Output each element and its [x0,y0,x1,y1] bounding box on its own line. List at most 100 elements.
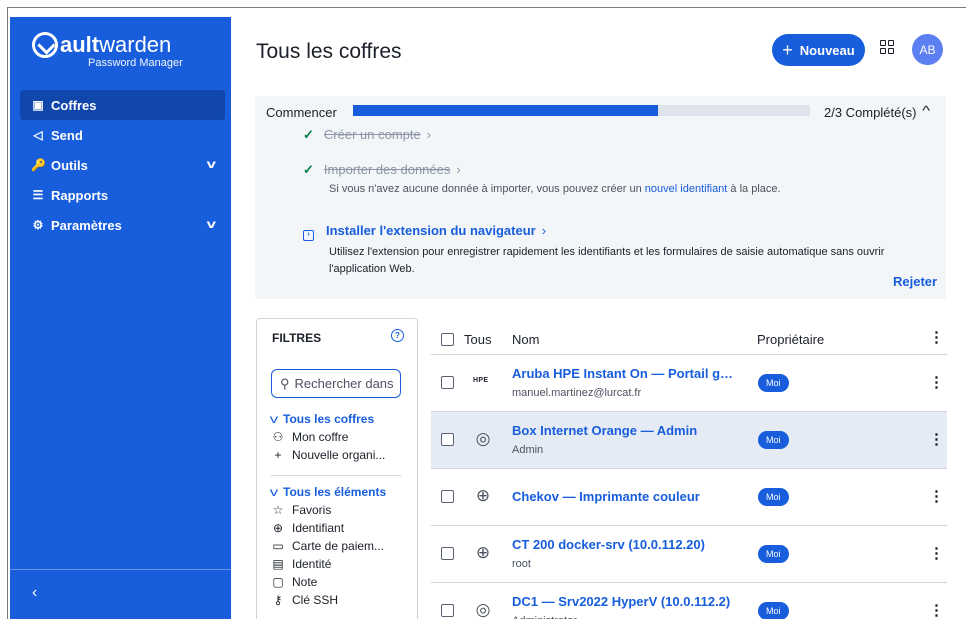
owner-badge: Moi [758,602,789,619]
type-filter-group: v Tous les éléments ☆ Favoris ⊕ Identifiant ▭… [270,485,386,609]
chevron-down-icon: v [269,412,279,426]
sidebar-item-send[interactable]: ◁ Send [20,120,225,150]
more-options-icon[interactable]: ⋮ [929,330,944,345]
search-input[interactable]: ⚲ Rechercher dans [271,369,401,398]
chevron-up-icon[interactable]: ^ [922,103,930,118]
filter-item[interactable]: ☆ Favoris [271,501,386,519]
select-all-checkbox[interactable] [441,333,454,346]
header-all: Tous [464,332,492,347]
item-name-link[interactable]: Aruba HPE Instant On — Portail gesti... [512,366,738,381]
item-subtitle: Admin [512,444,544,456]
globe-icon: ⊕ [475,486,491,505]
id-card-icon: ▤ [272,557,284,571]
table-row[interactable]: HPE Aruba HPE Instant On — Portail gesti.… [431,355,947,412]
onboarding-panel: Commencer 2/3 Complété(s) ^ ✓ Créer un co… [255,96,946,299]
chevron-down-icon: v [206,217,217,231]
owner-badge: Moi [758,545,789,563]
table-header: Tous Nom Propriétaire ⋮ [431,320,947,355]
note-icon: ▢ [272,575,284,589]
vault-filter-group: v Tous les coffres ⚇ Mon coffre + Nouvelle o… [269,412,386,464]
header-name[interactable]: Nom [512,332,539,347]
chevron-down-icon: v [206,157,217,171]
search-icon: ⚲ [280,375,290,391]
owner-badge: Moi [758,431,789,449]
item-name-link[interactable]: Box Internet Orange — Admin [512,423,697,438]
sidebar-nav: ▣ Coffres ◁ Send 🔑 Outils v ☰ Rapports ⚙ Paramètre… [20,90,225,240]
table-row[interactable]: ⊕ Chekov — Imprimante couleur Moi ⋮ [431,469,947,526]
new-item-button[interactable]: + Nouveau [772,34,865,66]
more-options-icon[interactable]: ⋮ [929,432,944,447]
sidebar-item-label: Paramètres [51,217,122,233]
account-avatar[interactable]: AB [912,34,943,65]
page-title: Tous les coffres [256,40,402,63]
favicon-placeholder-icon: ◎ [475,600,491,619]
task-label: Créer un compte [323,127,421,142]
item-name-link[interactable]: DC1 — Srv2022 HyperV (10.0.112.2) [512,594,730,609]
more-options-icon[interactable]: ⋮ [929,603,944,618]
sidebar-item-rapports[interactable]: ☰ Rapports [20,180,225,210]
filter-item[interactable]: ⚇ Mon coffre [271,428,385,446]
more-options-icon[interactable]: ⋮ [929,546,944,561]
globe-icon: ⊕ [475,543,491,562]
settings-icon: ⚙ [32,218,44,232]
filter-item[interactable]: ▤ Identité [271,555,386,573]
all-vaults-filter[interactable]: v Tous les coffres [269,412,385,426]
plus-icon: + [274,448,282,462]
row-checkbox[interactable] [441,376,454,389]
tools-icon: 🔑 [31,158,46,172]
item-name-link[interactable]: CT 200 docker-srv (10.0.112.20) [512,537,705,552]
import-hint: Si vous n'avez aucune donnée à importer,… [329,183,781,195]
row-checkbox[interactable] [441,604,454,617]
help-icon[interactable]: ? [391,329,404,342]
browser-extension-icon: › [303,230,314,241]
task-label: Installer l'extension du navigateur [326,223,536,238]
brand-subtitle: Password Manager [88,57,183,69]
row-checkbox[interactable] [441,433,454,446]
sidebar-item-label: Coffres [51,97,97,113]
new-item-label: Nouveau [799,42,855,58]
vault-items-table: Tous Nom Propriétaire ⋮ HPE Aruba HPE Ins… [431,320,947,619]
hpe-logo-icon: HPE [473,377,489,384]
divider [271,475,401,476]
chevron-right-icon: › [456,162,461,177]
table-body: HPE Aruba HPE Instant On — Portail gesti.… [431,355,947,619]
row-checkbox[interactable] [441,490,454,503]
search-placeholder: Rechercher dans [294,376,394,391]
row-checkbox[interactable] [441,547,454,560]
sidebar-item-paramtres[interactable]: ⚙ Paramètres v [20,210,225,240]
task-install-extension[interactable]: › Installer l'extension du navigateur › [303,223,546,241]
table-row[interactable]: ⊕ CT 200 docker-srv (10.0.112.20) root Moi ⋮ [431,526,947,583]
sidebar-item-label: Send [51,127,83,143]
filter-item[interactable]: ▢ Note [271,573,386,591]
chevron-left-icon[interactable]: ‹ [32,584,37,602]
filter-item[interactable]: ▭ Carte de paiem... [271,537,386,555]
item-name-link[interactable]: Chekov — Imprimante couleur [512,489,700,504]
onboarding-progress-bar [353,105,810,116]
reports-icon: ☰ [32,188,44,202]
star-icon: ☆ [272,503,284,517]
product-switcher-icon[interactable] [880,40,894,54]
send-icon: ◁ [33,128,43,142]
chevron-right-icon: › [426,127,432,142]
person-icon: ⚇ [272,430,284,444]
dismiss-button[interactable]: Rejeter [893,274,937,289]
chevron-right-icon: › [541,223,547,238]
sidebar-item-coffres[interactable]: ▣ Coffres [20,90,225,120]
header-owner[interactable]: Propriétaire [757,332,824,347]
filter-item[interactable]: ⚷ Clé SSH [271,591,386,609]
table-row[interactable]: ◎ Box Internet Orange — Admin Admin Moi ⋮ [431,412,947,469]
all-items-filter[interactable]: v Tous les éléments [270,485,386,499]
check-icon: ✓ [303,127,314,142]
more-options-icon[interactable]: ⋮ [929,375,944,390]
task-import-data[interactable]: ✓ Importer des données › [303,162,461,178]
more-options-icon[interactable]: ⋮ [929,489,944,504]
table-row[interactable]: ◎ DC1 — Srv2022 HyperV (10.0.112.2) Admini… [431,583,947,619]
credit-card-icon: ▭ [272,539,284,553]
filter-item[interactable]: + Nouvelle organi... [271,446,385,464]
filter-item[interactable]: ⊕ Identifiant [271,519,386,537]
favicon-placeholder-icon: ◎ [475,429,491,448]
new-login-link[interactable]: nouvel identifiant [645,183,728,195]
owner-badge: Moi [758,374,789,392]
sidebar-item-outils[interactable]: 🔑 Outils v [20,150,225,180]
task-create-account[interactable]: ✓ Créer un compte › [303,127,431,143]
